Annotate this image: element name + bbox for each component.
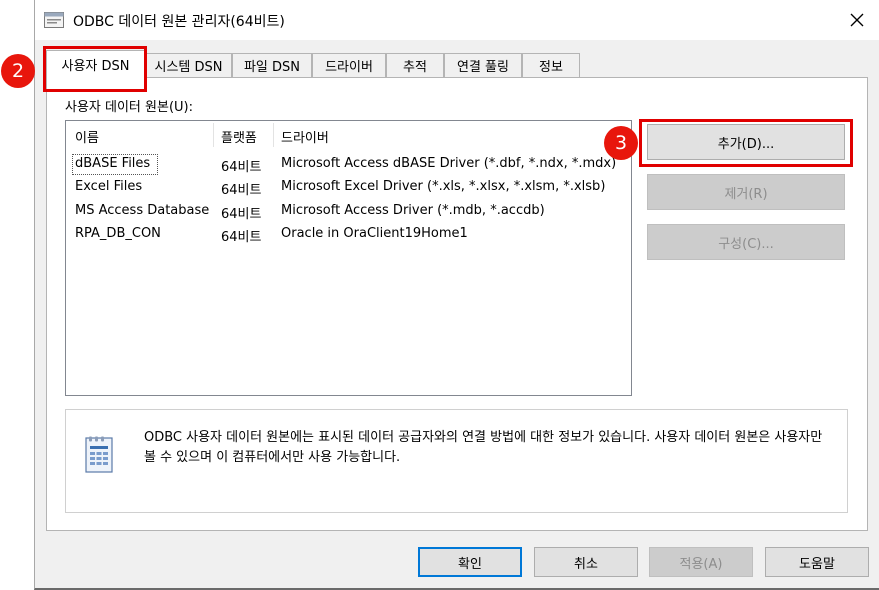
row-name: Excel Files <box>75 179 143 194</box>
ok-button[interactable]: 확인 <box>418 547 522 577</box>
list-header: 이름 플랫폼 드라이버 <box>66 121 631 149</box>
title-bar: ODBC 데이터 원본 관리자(64비트) <box>35 0 879 40</box>
column-divider[interactable] <box>273 123 274 147</box>
row-driver: Oracle in OraClient19Home1 <box>281 226 468 241</box>
user-data-sources-label: 사용자 데이터 원본(U): <box>65 100 193 115</box>
step-3-badge: 3 <box>604 126 638 160</box>
row-name: MS Access Database <box>75 203 210 218</box>
column-header-platform[interactable]: 플랫폼 <box>221 127 257 146</box>
highlight-add-button <box>639 119 853 167</box>
column-header-name[interactable]: 이름 <box>75 127 99 146</box>
odbc-app-icon <box>44 12 64 28</box>
configure-button[interactable]: 구성(C)... <box>647 224 845 260</box>
tab-tracing[interactable]: 추적 <box>386 53 444 77</box>
column-header-driver[interactable]: 드라이버 <box>281 127 329 146</box>
row-platform: 64비트 <box>221 160 262 175</box>
user-dsn-list[interactable]: 이름 플랫폼 드라이버 dBASE Files 64비트 Microsoft A… <box>65 120 632 396</box>
close-icon <box>850 13 864 27</box>
row-driver: Microsoft Excel Driver (*.xls, *.xlsx, *… <box>281 179 606 194</box>
list-row[interactable]: MS Access Database 64비트 Microsoft Access… <box>66 200 631 223</box>
row-platform: 64비트 <box>221 230 262 245</box>
apply-button[interactable]: 적용(A) <box>649 547 753 577</box>
row-platform: 64비트 <box>221 183 262 198</box>
row-name: dBASE Files <box>75 156 151 171</box>
step-2-badge: 2 <box>1 54 35 88</box>
column-divider[interactable] <box>213 123 214 147</box>
list-row[interactable]: Excel Files 64비트 Microsoft Excel Driver … <box>66 176 631 199</box>
list-row[interactable]: dBASE Files 64비트 Microsoft Access dBASE … <box>66 153 631 176</box>
row-name: RPA_DB_CON <box>75 226 161 241</box>
tab-system-dsn[interactable]: 시스템 DSN <box>145 53 232 77</box>
highlight-tab-user-dsn <box>43 46 147 92</box>
info-description: ODBC 사용자 데이터 원본에는 표시된 데이터 공급자와의 연결 방법에 대… <box>144 430 823 465</box>
list-row[interactable]: RPA_DB_CON 64비트 Oracle in OraClient19Hom… <box>66 223 631 246</box>
tab-about[interactable]: 정보 <box>522 53 580 77</box>
row-driver: Microsoft Access dBASE Driver (*.dbf, *.… <box>281 156 617 171</box>
row-driver: Microsoft Access Driver (*.mdb, *.accdb) <box>281 203 545 218</box>
tab-file-dsn[interactable]: 파일 DSN <box>232 53 312 77</box>
window-title: ODBC 데이터 원본 관리자(64비트) <box>73 14 285 30</box>
info-panel: ODBC 사용자 데이터 원본에는 표시된 데이터 공급자와의 연결 방법에 대… <box>65 409 848 513</box>
close-button[interactable] <box>834 0 879 40</box>
data-source-info-icon <box>80 436 116 476</box>
tab-connection-pooling[interactable]: 연결 풀링 <box>444 53 522 77</box>
row-platform: 64비트 <box>221 207 262 222</box>
help-button[interactable]: 도움말 <box>765 547 869 577</box>
tab-drivers[interactable]: 드라이버 <box>312 53 386 77</box>
odbc-dialog-window: ODBC 데이터 원본 관리자(64비트) 사용자 DSN 시스템 DSN 파일… <box>34 0 879 590</box>
remove-button[interactable]: 제거(R) <box>647 174 845 210</box>
cancel-button[interactable]: 취소 <box>534 547 638 577</box>
